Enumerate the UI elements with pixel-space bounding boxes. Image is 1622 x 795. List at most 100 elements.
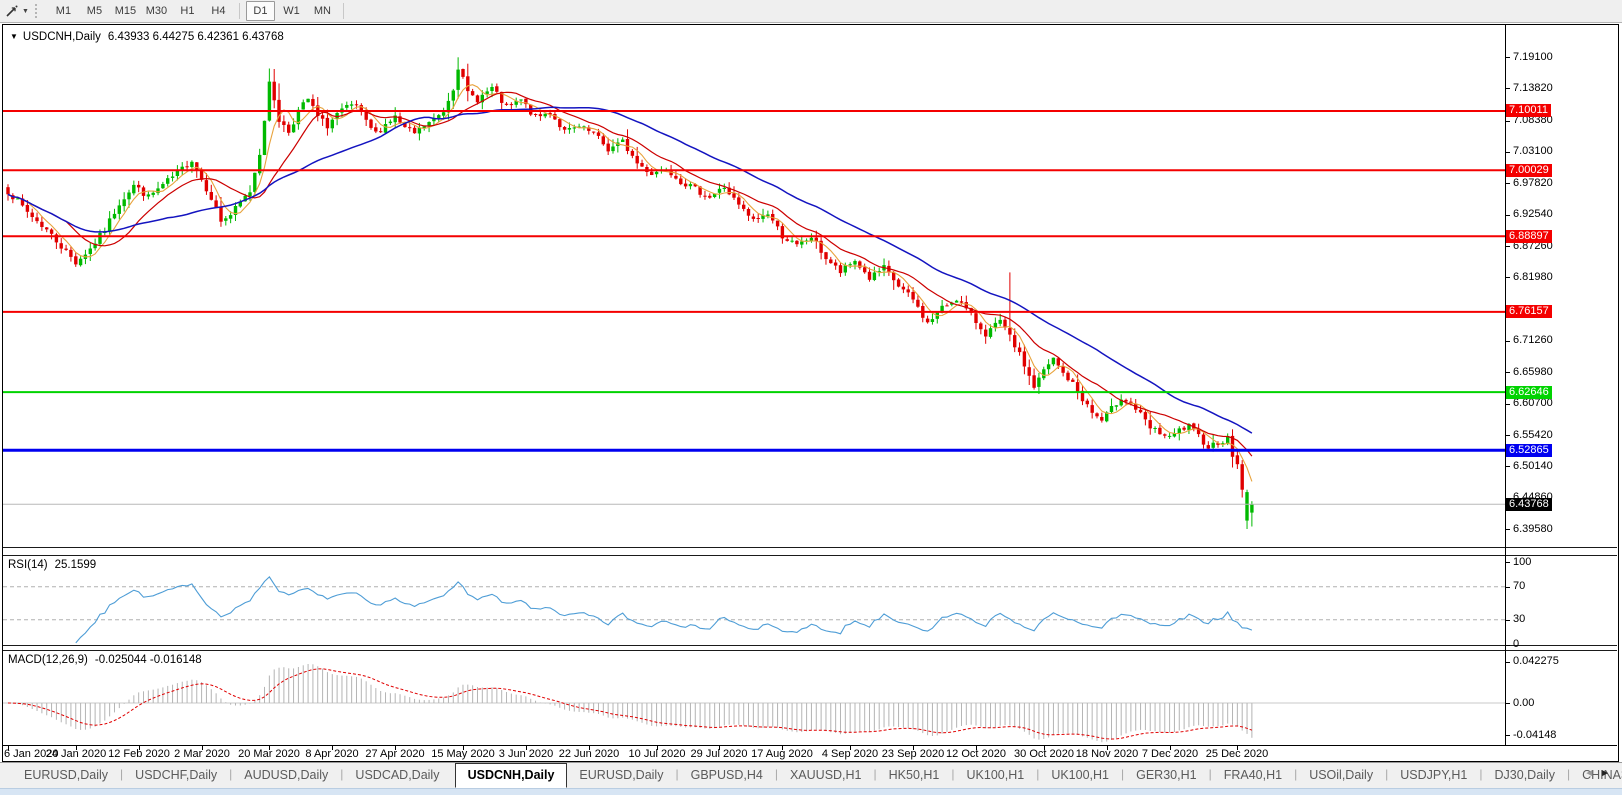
timeframe-toolbar: ▼ M1 M5 M15 M30 H1 H4 D1 W1 MN (0, 0, 1622, 23)
mt4-window: ▼ M1 M5 M15 M30 H1 H4 D1 W1 MN ▼ USDCNH,Daily 6.43… (0, 0, 1622, 795)
tab-usdcad-daily[interactable]: USDCAD,Daily (343, 763, 451, 788)
date-label-227: 18 Nov 2020 (1075, 748, 1139, 760)
tab-dj30-daily[interactable]: DJ30,Daily (1483, 763, 1567, 788)
price-tick-7.19100-tick (1506, 57, 1510, 58)
date-label-160: 17 Aug 2020 (751, 748, 813, 760)
tab-usdcnh-daily[interactable]: USDCNH,Daily (454, 763, 568, 788)
price-tick-6.92540: 6.92540 (1513, 208, 1553, 220)
chart-title: ▼ USDCNH,Daily 6.43933 6.44275 6.42361 6.4… (10, 31, 284, 43)
date-label-240: 7 Dec 2020 (1141, 748, 1199, 760)
level-badge-6.43768: 6.43768 (1506, 498, 1552, 511)
date-label-27: 12 Feb 2020 (108, 748, 170, 760)
timeframe-button-m30[interactable]: M30 (142, 1, 171, 21)
toolbar-grip[interactable] (34, 4, 42, 18)
tab-ger30-h1[interactable]: GER30,H1 (1124, 763, 1208, 788)
price-tick-6.55420: 6.55420 (1513, 429, 1553, 441)
date-label-80: 27 Apr 2020 (365, 748, 425, 760)
timeframe-button-m1[interactable]: M1 (49, 1, 78, 21)
timeframe-button-mn[interactable]: MN (308, 1, 337, 21)
tab-usdchf-daily[interactable]: USDCHF,Daily (123, 763, 229, 788)
date-label-134: 10 Jul 2020 (628, 748, 686, 760)
macd-tick-0.00: 0.00 (1513, 697, 1535, 709)
crosshair-tool-icon[interactable] (0, 1, 22, 21)
rsi-tick-100: 100 (1513, 556, 1532, 568)
price-tick-6.65980-tick (1506, 372, 1510, 373)
price-tick-6.97820: 6.97820 (1513, 177, 1553, 189)
tab-usdjpy-h1[interactable]: USDJPY,H1 (1388, 763, 1479, 788)
macd-tick-0.042275-tick (1506, 662, 1510, 663)
status-bar (0, 788, 1622, 795)
macd-values: -0.025044 -0.016148 (94, 654, 202, 666)
macd-label: MACD(12,26,9) -0.025044 -0.016148 (8, 654, 202, 666)
price-axis-line (1505, 25, 1506, 745)
price-tick-6.50140-tick (1506, 466, 1510, 467)
timeframe-button-m15[interactable]: M15 (111, 1, 140, 21)
date-label-120: 22 Jun 2020 (558, 748, 620, 760)
price-tick-7.19100: 7.19100 (1513, 51, 1553, 63)
macd-tick-0.042275: 0.042275 (1513, 655, 1559, 667)
rsi-label: RSI(14) 25.1599 (8, 559, 97, 571)
toolbar-separator (342, 3, 344, 19)
price-tick-6.92540-tick (1506, 215, 1510, 216)
price-tick-7.03100-tick (1506, 152, 1510, 153)
tab-uk100-h1[interactable]: UK100,H1 (1039, 763, 1121, 788)
price-tick-6.50140: 6.50140 (1513, 460, 1553, 472)
price-tick-7.03100: 7.03100 (1513, 145, 1553, 157)
tab-hk50-h1[interactable]: HK50,H1 (877, 763, 952, 788)
chart-tab-bar: EURUSD,Daily | USDCHF,Daily | AUDUSD,Daily | U… (0, 762, 1622, 788)
price-tick-7.13820: 7.13820 (1513, 82, 1553, 94)
level-badge-6.88897: 6.88897 (1506, 230, 1552, 243)
tab-gbpusd-h4[interactable]: GBPUSD,H4 (679, 763, 775, 788)
price-tick-6.39580: 6.39580 (1513, 523, 1553, 535)
tab-scroll-left-icon[interactable]: ◄ (1584, 768, 1600, 779)
rsi-chart[interactable] (3, 556, 1505, 645)
level-badge-6.76157: 6.76157 (1506, 305, 1552, 318)
price-tick-6.81980: 6.81980 (1513, 271, 1553, 283)
price-tick-6.65980: 6.65980 (1513, 366, 1553, 378)
date-label-147: 29 Jul 2020 (690, 748, 748, 760)
macd-tick-0.00-tick (1506, 703, 1510, 704)
macd-tick--0.04148-tick (1506, 735, 1510, 736)
date-label-174: 4 Sep 2020 (821, 748, 879, 760)
chart-title-symbol: USDCNH,Daily (22, 31, 101, 43)
tab-scroll-right-icon[interactable]: ► (1600, 768, 1616, 779)
timeframe-button-h1[interactable]: H1 (173, 1, 202, 21)
panel-splitter[interactable] (3, 547, 1617, 556)
tool-dropdown-caret-icon[interactable]: ▼ (22, 8, 29, 15)
rsi-tick-30: 30 (1513, 613, 1526, 625)
price-tick-7.08380-tick (1506, 121, 1510, 122)
toolbar-separator (238, 3, 240, 19)
tab-eurusd-daily[interactable]: EURUSD,Daily (12, 763, 120, 788)
timeframe-button-d1[interactable]: D1 (245, 1, 275, 21)
rsi-tick-0-tick (1506, 645, 1510, 646)
rsi-tick-100-tick (1506, 562, 1510, 563)
price-tick-6.60700-tick (1506, 404, 1510, 405)
tab-fra40-h1[interactable]: FRA40,H1 (1212, 763, 1294, 788)
tab-uk100-h1[interactable]: UK100,H1 (955, 763, 1037, 788)
date-label-187: 23 Sep 2020 (881, 748, 945, 760)
tab-eurusd-daily[interactable]: EURUSD,Daily (567, 763, 675, 788)
macd-chart[interactable] (3, 651, 1505, 745)
timeframe-button-h4[interactable]: H4 (204, 1, 233, 21)
price-tick-6.55420-tick (1506, 435, 1510, 436)
price-tick-7.13820-tick (1506, 88, 1510, 89)
date-label-14: 24 Jan 2020 (45, 748, 107, 760)
price-tick-6.97820-tick (1506, 183, 1510, 184)
date-label-254: 25 Dec 2020 (1205, 748, 1269, 760)
chart-title-ohlc: 6.43933 6.44275 6.42361 6.43768 (107, 31, 284, 43)
date-label-214: 30 Oct 2020 (1014, 748, 1074, 760)
timeframe-button-w1[interactable]: W1 (277, 1, 306, 21)
collapse-caret-icon[interactable]: ▼ (10, 32, 18, 41)
tab-audusd-daily[interactable]: AUDUSD,Daily (232, 763, 340, 788)
price-tick-6.39580-tick (1506, 529, 1510, 530)
tab-xauusd-h1[interactable]: XAUUSD,H1 (778, 763, 874, 788)
tab-usoil-daily[interactable]: USOil,Daily (1297, 763, 1385, 788)
price-chart[interactable] (3, 25, 1505, 547)
rsi-tick-70-tick (1506, 587, 1510, 588)
level-badge-7.10011: 7.10011 (1506, 104, 1551, 117)
tab-scroll-arrows: ◄► (1584, 768, 1616, 779)
date-label-54: 20 Mar 2020 (238, 748, 300, 760)
date-label-67: 8 Apr 2020 (305, 748, 359, 760)
timeframe-button-m5[interactable]: M5 (80, 1, 109, 21)
level-badge-7.00029: 7.00029 (1506, 164, 1552, 177)
